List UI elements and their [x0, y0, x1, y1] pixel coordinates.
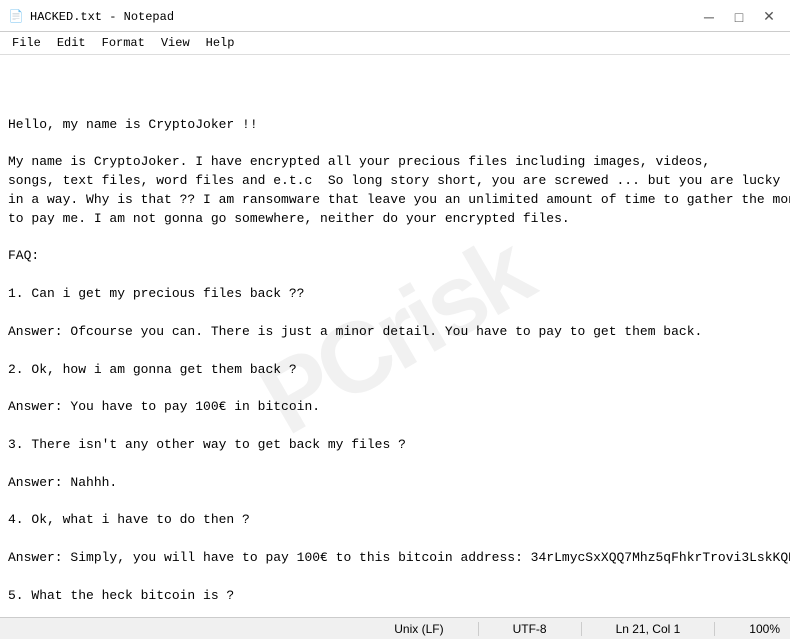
window-title: HACKED.txt - Notepad: [30, 10, 174, 24]
menu-edit[interactable]: Edit: [49, 34, 94, 52]
menu-format[interactable]: Format: [94, 34, 153, 52]
status-encoding: UTF-8: [513, 622, 547, 636]
status-divider-3: [714, 622, 715, 636]
minimize-button[interactable]: ─: [696, 7, 722, 27]
title-bar-controls: ─ □ ✕: [696, 7, 782, 27]
status-divider-2: [581, 622, 582, 636]
status-zoom: 100%: [749, 622, 780, 636]
menu-bar: File Edit Format View Help: [0, 32, 790, 54]
status-line-ending: Unix (LF): [394, 622, 443, 636]
status-bar-right: Unix (LF) UTF-8 Ln 21, Col 1 100%: [394, 622, 780, 636]
editor-container: PCrisk Hello, my name is CryptoJoker !! …: [0, 54, 790, 617]
title-bar: 📄 HACKED.txt - Notepad ─ □ ✕: [0, 0, 790, 32]
title-bar-left: 📄 HACKED.txt - Notepad: [8, 9, 174, 25]
maximize-button[interactable]: □: [726, 7, 752, 27]
status-divider-1: [478, 622, 479, 636]
status-bar: Unix (LF) UTF-8 Ln 21, Col 1 100%: [0, 617, 790, 639]
menu-view[interactable]: View: [153, 34, 198, 52]
close-button[interactable]: ✕: [756, 7, 782, 27]
status-line-col: Ln 21, Col 1: [616, 622, 681, 636]
menu-file[interactable]: File: [4, 34, 49, 52]
menu-help[interactable]: Help: [198, 34, 243, 52]
editor-text: Hello, my name is CryptoJoker !! My name…: [8, 116, 782, 617]
notepad-icon: 📄: [8, 9, 24, 25]
editor-content[interactable]: PCrisk Hello, my name is CryptoJoker !! …: [0, 55, 790, 617]
